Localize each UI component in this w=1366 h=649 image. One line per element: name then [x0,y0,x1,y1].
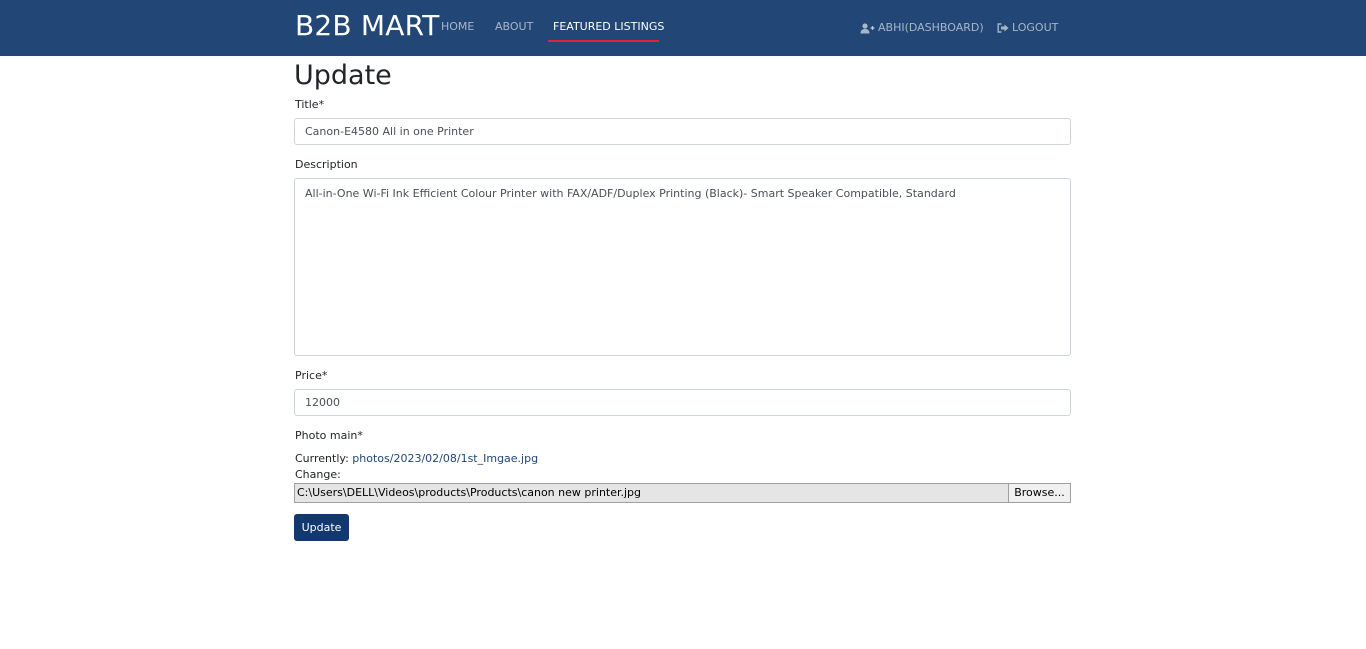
nav-featured-listings[interactable]: FEATURED LISTINGS [553,20,664,34]
price-input[interactable]: 12000 [294,389,1071,416]
price-input-value: 12000 [305,396,340,409]
currently-row: Currently: photos/2023/02/08/1st_Imgae.j… [295,452,538,466]
active-nav-underline [548,40,659,42]
photo-main-label: Photo main* [295,429,363,442]
current-photo-link[interactable]: photos/2023/02/08/1st_Imgae.jpg [352,452,538,465]
nav-dashboard[interactable]: ABHI(DASHBOARD) [860,21,984,35]
file-path-text: C:\Users\DELL\Videos\products\Products\c… [297,486,642,499]
price-label: Price* [295,369,328,382]
navbar: B2B MART HOME ABOUT FEATURED LISTINGS AB… [0,0,1366,56]
title-label: Title* [295,98,325,111]
description-textarea-value: All-in-One Wi-Fi Ink Efficient Colour Pr… [305,187,956,200]
sign-out-icon [997,23,1009,33]
nav-about[interactable]: ABOUT [495,20,533,34]
title-input-value: Canon-E4580 All in one Printer [305,125,474,138]
title-input[interactable]: Canon-E4580 All in one Printer [294,118,1071,145]
user-plus-icon [860,22,875,34]
update-button[interactable]: Update [294,514,349,541]
photo-file-input[interactable]: C:\Users\DELL\Videos\products\Products\c… [294,483,1071,503]
browse-button[interactable]: Browse... [1008,484,1070,502]
brand-logo[interactable]: B2B MART [295,8,440,44]
nav-logout-label: LOGOUT [1012,21,1059,34]
page-title: Update [294,60,392,91]
nav-home[interactable]: HOME [441,20,474,34]
description-label: Description [295,158,358,171]
change-label: Change: [295,468,341,481]
nav-logout[interactable]: LOGOUT [997,21,1058,35]
description-textarea[interactable]: All-in-One Wi-Fi Ink Efficient Colour Pr… [294,178,1071,356]
currently-label: Currently: [295,452,349,465]
nav-dashboard-label: ABHI(DASHBOARD) [878,21,984,34]
